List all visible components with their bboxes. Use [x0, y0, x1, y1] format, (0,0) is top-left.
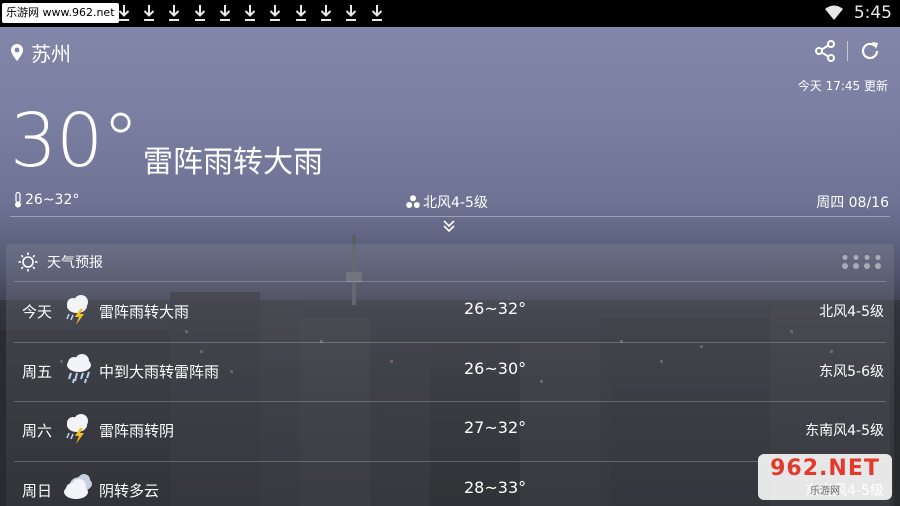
current-details: 26~32° 北风4-5级 周四 08/16: [0, 192, 900, 216]
double-chevron-down-icon: [443, 220, 455, 233]
update-time: 今天 17:45 更新: [797, 79, 888, 93]
forecast-temperature: 27~32°: [464, 418, 527, 437]
forecast-condition: 中到大雨转雷阵雨: [99, 362, 220, 381]
site-logo-watermark: 962.NET 乐游网: [758, 454, 892, 500]
download-icon: [187, 4, 212, 23]
forecast-condition: 雷阵雨转大雨: [99, 303, 190, 321]
thermometer-icon: [15, 192, 21, 208]
thunderstorm-icon: [62, 292, 96, 326]
forecast-condition: 阴转多云: [99, 481, 160, 500]
forecast-temperature: 28~33°: [464, 477, 527, 497]
download-icon: [212, 4, 237, 23]
cloudy-icon: [62, 471, 96, 505]
forecast-temperature: 26~32°: [464, 299, 527, 318]
download-icon: [288, 4, 313, 23]
wind-fan-icon: [406, 195, 420, 208]
wifi-icon: [824, 5, 843, 20]
temperature-range: 26~32°: [25, 192, 80, 208]
refresh-icon: [861, 42, 879, 60]
status-clock: 5:45: [853, 3, 892, 23]
forecast-wind: 东风5-6级: [819, 363, 884, 380]
forecast-title: 天气预报: [47, 255, 103, 271]
download-icon: [313, 4, 338, 23]
expand-button[interactable]: [441, 218, 457, 238]
current-wind: 北风4-5级: [423, 195, 488, 211]
forecast-day: 今天: [22, 303, 53, 321]
forecast-day: 周五: [22, 362, 53, 381]
city-name: 苏州: [31, 42, 71, 66]
site-watermark: 乐游网 www.962.net: [2, 3, 119, 23]
download-icon: [136, 4, 161, 23]
forecast-row[interactable]: 今天 雷阵雨转大雨 26~32° 北风4-5级: [6, 282, 894, 340]
share-button[interactable]: [807, 37, 843, 65]
refresh-button[interactable]: [852, 37, 888, 65]
forecast-day: 周六: [22, 422, 53, 440]
current-condition: 雷阵雨转大雨: [143, 145, 323, 180]
forecast-temperature: 26~30°: [464, 358, 527, 378]
download-notifications: [111, 4, 389, 23]
forecast-day: 周日: [22, 481, 53, 500]
location-selector[interactable]: 苏州: [11, 38, 71, 67]
forecast-condition: 雷阵雨转阴: [99, 422, 175, 440]
watermark-brand: 962.NET: [770, 455, 880, 481]
download-icon: [237, 4, 262, 23]
forecast-wind: 北风4-5级: [819, 304, 884, 320]
details-divider: [10, 216, 890, 217]
dots-grid-icon: [842, 255, 881, 269]
download-icon: [111, 4, 136, 23]
header-divider: [847, 41, 848, 61]
watermark-sub: 乐游网: [810, 485, 840, 497]
thunderstorm-icon: [62, 411, 96, 445]
current-date: 周四 08/16: [816, 195, 889, 211]
download-icon: [263, 4, 288, 23]
download-icon: [364, 4, 389, 23]
more-options-button[interactable]: [840, 254, 882, 274]
forecast-row[interactable]: 周六 雷阵雨转阴 27~32° 东南风4-5级: [6, 401, 894, 459]
download-icon: [162, 4, 187, 23]
download-icon: [339, 4, 364, 23]
forecast-wind: 东南风4-5级: [805, 423, 884, 439]
current-temperature: 30°: [10, 98, 139, 184]
sun-icon: [18, 252, 38, 272]
status-bar: 乐游网 www.962.net 5:45: [0, 0, 900, 27]
share-icon: [815, 40, 835, 62]
location-pin-icon: [11, 44, 23, 61]
heavy-rain-icon: [62, 352, 96, 386]
forecast-row[interactable]: 周五 中到大雨转雷阵雨 26~30° 东风5-6级: [6, 342, 894, 400]
